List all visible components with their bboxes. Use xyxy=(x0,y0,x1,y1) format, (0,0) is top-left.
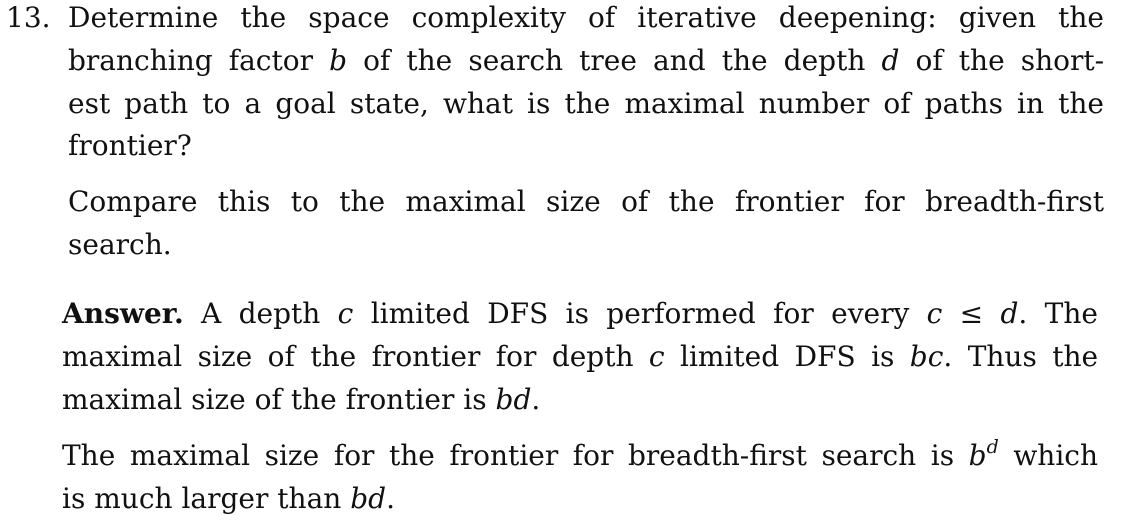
exponent-d: d xyxy=(986,436,999,458)
math-variable: b xyxy=(968,439,987,472)
question-line-1: Determine the space complexity of iterat… xyxy=(68,1,1104,34)
answer-text-1: A depth c limited DFS is performed for e… xyxy=(201,297,1098,330)
math-variable: b xyxy=(329,44,347,77)
compare-line-2: search. xyxy=(68,228,172,261)
math-variable: c xyxy=(338,297,354,330)
math-variable: bd xyxy=(495,383,532,416)
math-variable: bd xyxy=(350,482,387,515)
math-variable: d xyxy=(1000,297,1018,330)
math-variable: d xyxy=(881,44,900,77)
math-variable: c xyxy=(926,297,943,330)
math-variable: c xyxy=(927,297,943,330)
question-line-4: frontier? xyxy=(68,129,192,162)
question-line-3: est path to a goal state, what is the ma… xyxy=(68,87,1104,120)
math-variable: bc xyxy=(909,340,944,373)
answer-label: Answer. xyxy=(62,297,184,330)
answer-line-4: The maximal size for the frontier for br… xyxy=(62,436,1098,472)
math-variable: d xyxy=(1000,297,1019,330)
answer-line-2: maximal size of the frontier for depth c… xyxy=(62,340,1099,373)
answer-line-3: maximal size of the frontier is bd. xyxy=(62,383,541,416)
question-number: 13. xyxy=(6,1,51,34)
math-variable: c xyxy=(648,340,665,373)
math-variable: c xyxy=(337,297,354,330)
answer-line-5: is much larger than bd. xyxy=(62,482,395,515)
answer-line-1: Answer. A depth c limited DFS is perform… xyxy=(62,300,1098,328)
compare-line-1: Compare this to the maximal size of the … xyxy=(68,185,1104,218)
question-line-2: branching factor b of the search tree an… xyxy=(68,44,1105,77)
